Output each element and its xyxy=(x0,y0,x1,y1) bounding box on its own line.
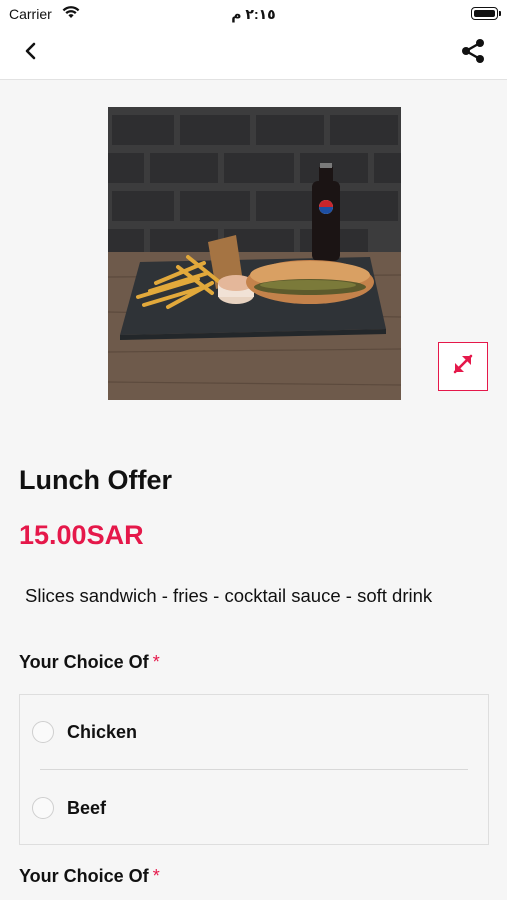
back-button[interactable] xyxy=(18,40,44,66)
status-bar: Carrier ٢:١٥ م xyxy=(0,0,507,28)
choice-title-text: Your Choice Of xyxy=(19,652,149,672)
choice-options-group: Chicken Beef xyxy=(19,694,489,845)
battery-icon xyxy=(471,7,501,20)
option-label: Beef xyxy=(67,798,107,818)
required-marker: * xyxy=(152,652,160,672)
choice-section-title: Your Choice Of * xyxy=(19,866,160,887)
choice-title-text: Your Choice Of xyxy=(19,866,149,886)
radio-button[interactable] xyxy=(32,721,54,743)
product-price: 15.00SAR xyxy=(19,520,144,550)
nav-bar xyxy=(0,28,507,80)
chevron-left-icon xyxy=(24,42,38,65)
choice-section-title: Your Choice Of * xyxy=(19,652,160,673)
clock: ٢:١٥ م xyxy=(231,6,276,22)
product-description: Slices sandwich - fries - cocktail sauce… xyxy=(25,585,433,606)
radio-button[interactable] xyxy=(32,797,54,819)
share-icon xyxy=(461,38,485,69)
divider xyxy=(40,769,468,770)
expand-arrows-icon xyxy=(450,351,476,382)
option-label: Chicken xyxy=(67,722,138,742)
option-chicken[interactable]: Chicken xyxy=(20,695,488,767)
product-title: Lunch Offer xyxy=(19,465,172,495)
product-image xyxy=(108,107,401,400)
required-marker: * xyxy=(152,866,160,886)
share-button[interactable] xyxy=(459,38,487,69)
option-beef[interactable]: Beef xyxy=(20,771,488,843)
expand-image-button[interactable] xyxy=(438,342,488,391)
